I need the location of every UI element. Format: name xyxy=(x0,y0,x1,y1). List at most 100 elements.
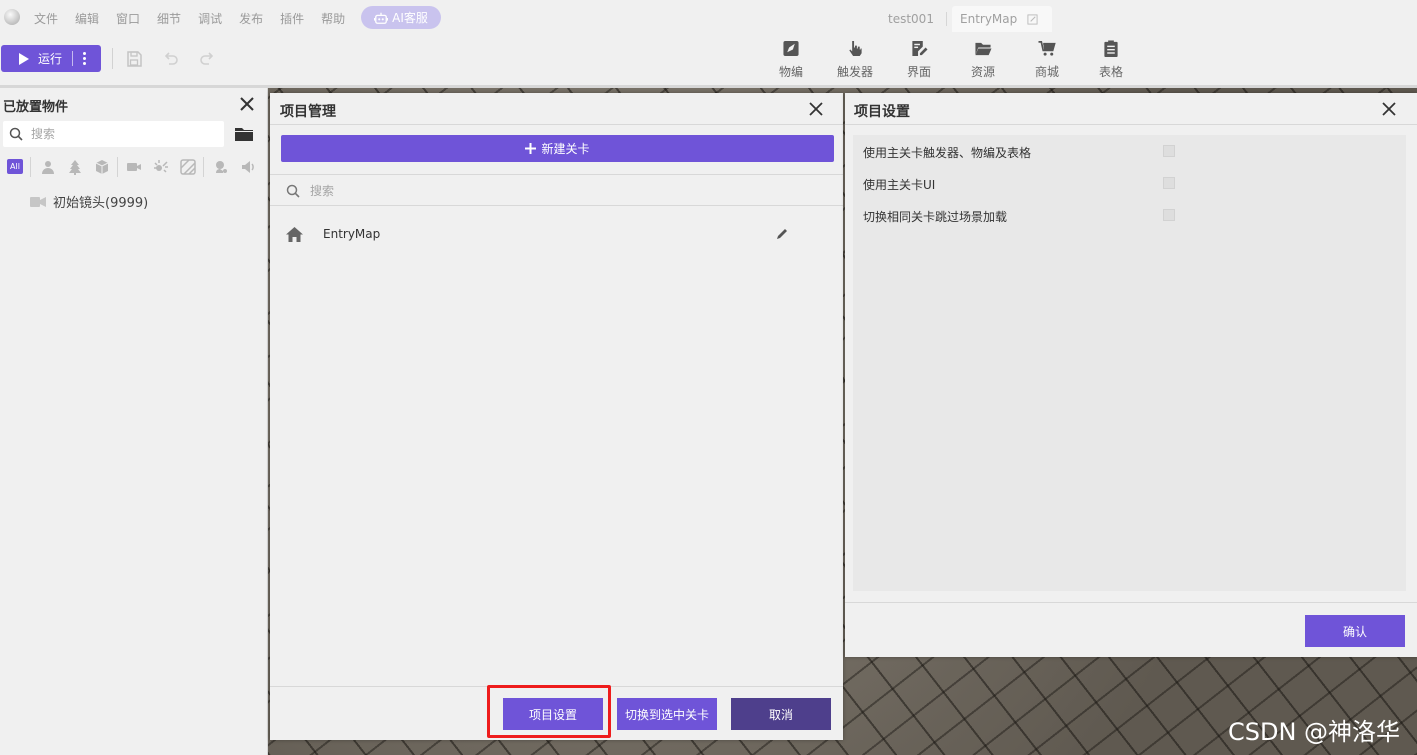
tool-label: 触发器 xyxy=(836,65,873,79)
watermark: CSDN @神洛华 xyxy=(1228,718,1401,746)
menu-file[interactable]: 文件 xyxy=(34,10,58,27)
option-skip-scene-load: 切换相同关卡跳过场景加载 xyxy=(863,205,1183,225)
option-label: 使用主关卡UI xyxy=(863,178,936,192)
dialog-title: 项目管理 xyxy=(280,104,336,120)
undo-icon[interactable] xyxy=(162,50,180,68)
filter-divider xyxy=(203,157,204,177)
run-divider xyxy=(72,51,74,66)
unit-filter-icon[interactable] xyxy=(40,159,56,175)
more-options-icon[interactable] xyxy=(77,52,91,65)
filter-divider xyxy=(30,157,31,177)
project-tab[interactable]: test001 xyxy=(888,12,934,26)
run-button[interactable]: 运行 xyxy=(1,45,101,72)
main-menu: 文件 编辑 窗口 细节 调试 发布 插件 帮助 xyxy=(34,0,362,36)
level-row-entrymap[interactable]: EntryMap xyxy=(270,220,843,248)
settings-body: 使用主关卡触发器、物编及表格 使用主关卡UI 切换相同关卡跳过场景加载 xyxy=(853,135,1406,591)
map-tab[interactable]: EntryMap xyxy=(952,6,1052,32)
close-icon[interactable] xyxy=(238,95,256,113)
tree-item-initial-camera[interactable]: 初始镜头(9999) xyxy=(30,192,148,211)
redo-icon[interactable] xyxy=(198,50,216,68)
option-checkbox[interactable] xyxy=(1163,145,1175,157)
folder-open-icon xyxy=(975,42,992,56)
tool-trigger[interactable]: 触发器 xyxy=(835,40,875,80)
tool-label: 资源 xyxy=(970,65,995,79)
divider xyxy=(270,124,843,125)
tab-divider xyxy=(946,12,947,26)
hand-pointer-icon xyxy=(849,40,862,57)
edit-icon[interactable] xyxy=(1027,13,1038,25)
level-search-input[interactable] xyxy=(310,184,790,198)
menu-details[interactable]: 细节 xyxy=(157,10,181,27)
confirm-button[interactable]: 确认 xyxy=(1305,615,1405,647)
option-label: 使用主关卡触发器、物编及表格 xyxy=(863,146,1032,160)
tool-ui[interactable]: 界面 xyxy=(899,40,939,80)
tool-resources[interactable]: 资源 xyxy=(963,40,1003,80)
switch-level-button[interactable]: 切换到选中关卡 xyxy=(617,698,717,730)
shopping-cart-icon xyxy=(1038,41,1056,56)
save-icon[interactable] xyxy=(125,50,143,68)
menu-window[interactable]: 窗口 xyxy=(116,10,140,27)
object-filter-bar: All xyxy=(6,157,266,177)
tool-object-editor[interactable]: 物编 xyxy=(771,40,811,80)
close-icon[interactable] xyxy=(808,101,824,117)
tool-label: 界面 xyxy=(906,65,931,79)
option-checkbox[interactable] xyxy=(1163,177,1175,189)
ai-service-button[interactable]: AI客服 xyxy=(361,6,441,29)
menu-debug[interactable]: 调试 xyxy=(198,10,222,27)
map-tab-label: EntryMap xyxy=(960,12,1018,26)
folder-icon[interactable] xyxy=(235,126,253,142)
menu-bar: 文件 编辑 窗口 细节 调试 发布 插件 帮助 AI客服 test001 Ent… xyxy=(0,0,1417,36)
camera-filter-icon[interactable] xyxy=(126,159,142,175)
light-filter-icon[interactable] xyxy=(153,159,169,175)
new-level-button[interactable]: 新建关卡 xyxy=(281,135,834,162)
filter-divider xyxy=(117,157,118,177)
close-icon[interactable] xyxy=(1381,101,1397,117)
placed-objects-panel: 已放置物件 All 初始镜头(9999) xyxy=(0,88,268,755)
ai-service-label: AI客服 xyxy=(392,11,428,25)
cube-filter-icon[interactable] xyxy=(94,159,110,175)
clipboard-list-icon xyxy=(1104,40,1118,57)
highlight-annotation xyxy=(487,685,611,738)
tree-item-label: 初始镜头(9999) xyxy=(53,196,149,211)
dialog-title: 项目设置 xyxy=(854,104,910,120)
object-search-input[interactable] xyxy=(31,127,211,141)
divider xyxy=(845,124,1417,125)
app-logo-icon xyxy=(4,9,20,25)
level-search[interactable] xyxy=(280,177,830,205)
new-level-label: 新建关卡 xyxy=(541,142,590,156)
menu-help[interactable]: 帮助 xyxy=(321,10,345,27)
tree-filter-icon[interactable] xyxy=(67,159,83,175)
play-icon xyxy=(19,52,29,65)
filter-all-button[interactable]: All xyxy=(7,159,23,174)
object-search[interactable] xyxy=(3,121,224,147)
project-manager-dialog: 项目管理 新建关卡 EntryMap 项目设置 切换到选中关卡 取消 xyxy=(270,93,843,740)
menu-edit[interactable]: 编辑 xyxy=(75,10,99,27)
divider xyxy=(270,174,843,175)
robot-icon xyxy=(374,12,389,24)
menu-publish[interactable]: 发布 xyxy=(239,10,263,27)
option-use-main-triggers: 使用主关卡触发器、物编及表格 xyxy=(863,141,1183,161)
sound-filter-icon[interactable] xyxy=(240,159,256,175)
option-use-main-ui: 使用主关卡UI xyxy=(863,173,1183,193)
effect-filter-icon[interactable] xyxy=(213,159,229,175)
menu-plugins[interactable]: 插件 xyxy=(280,10,304,27)
divider xyxy=(845,602,1417,603)
panel-title: 已放置物件 xyxy=(3,100,69,115)
option-checkbox[interactable] xyxy=(1163,209,1175,221)
level-name: EntryMap xyxy=(323,227,381,241)
home-icon xyxy=(286,226,303,242)
camera-icon xyxy=(30,196,46,207)
tool-label: 商城 xyxy=(1034,65,1059,79)
object-editor-icon xyxy=(783,40,799,57)
pencil-icon[interactable] xyxy=(775,227,789,241)
divider xyxy=(270,205,843,206)
area-filter-icon[interactable] xyxy=(180,159,196,175)
cancel-button[interactable]: 取消 xyxy=(731,698,831,730)
tool-table[interactable]: 表格 xyxy=(1091,40,1131,80)
tool-label: 表格 xyxy=(1098,65,1123,79)
tool-store[interactable]: 商城 xyxy=(1027,40,1067,80)
toolbar: 运行 物编 触发器 界面 资源 商城 表格 xyxy=(0,36,1417,86)
ui-edit-icon xyxy=(912,40,928,57)
search-icon xyxy=(286,184,300,198)
project-settings-dialog: 项目设置 使用主关卡触发器、物编及表格 使用主关卡UI 切换相同关卡跳过场景加载… xyxy=(845,93,1417,657)
